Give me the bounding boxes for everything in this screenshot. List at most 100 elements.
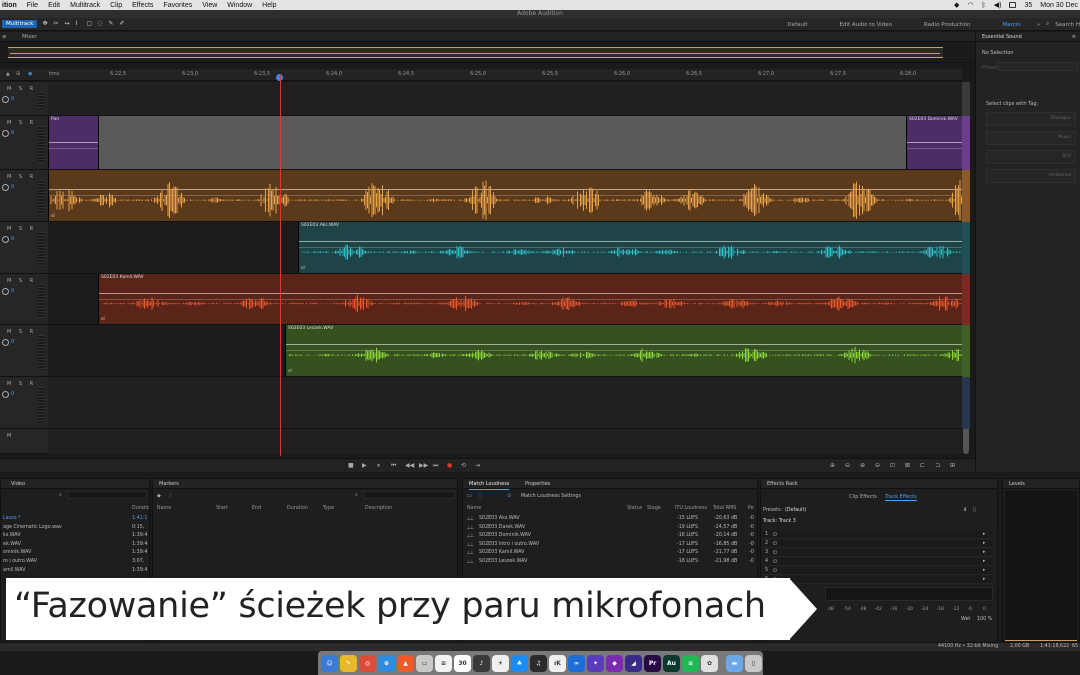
tag-music-button[interactable]: Music bbox=[986, 131, 1076, 145]
volume-knob-icon[interactable] bbox=[2, 184, 9, 191]
music-icon[interactable]: ♪ bbox=[473, 654, 490, 672]
file-name[interactable]: Laszo * bbox=[3, 516, 21, 521]
zoom-in-amplitude-icon[interactable]: ⊕ bbox=[830, 462, 835, 469]
volume-value[interactable]: 0 bbox=[11, 391, 14, 397]
skip-button[interactable]: ⇥ bbox=[475, 462, 480, 469]
marker-delete-icon[interactable]: ▯ bbox=[169, 493, 172, 499]
track-lane[interactable]: S02E03 Kamil.WAV ıd bbox=[48, 274, 962, 325]
ruler-loop-icon[interactable]: ◉ bbox=[28, 71, 32, 77]
stop-button[interactable]: ■ bbox=[348, 462, 354, 469]
volume-value[interactable]: 0 bbox=[11, 236, 14, 242]
brave-icon[interactable]: ▲ bbox=[397, 654, 414, 672]
move-tool-icon[interactable]: ✥ bbox=[42, 21, 48, 27]
tab-video[interactable]: Video bbox=[11, 479, 25, 489]
time-selection-icon[interactable]: I bbox=[75, 21, 81, 27]
effect-power-icon[interactable]: ⏻ bbox=[773, 550, 777, 556]
effect-slot[interactable]: 2 ⏻ ▸ bbox=[763, 540, 993, 548]
tag-dialogue-button[interactable]: Dialogue bbox=[986, 112, 1076, 126]
search-help-field[interactable]: Search H bbox=[1055, 22, 1080, 28]
textedit-icon[interactable]: ≡ bbox=[435, 654, 452, 672]
volume-knob-icon[interactable] bbox=[2, 130, 9, 137]
files-search-icon[interactable]: ⌕ bbox=[59, 492, 62, 498]
effect-slot[interactable]: 3 ⏻ ▸ bbox=[763, 549, 993, 557]
effect-slot-arrow-icon[interactable]: ▸ bbox=[983, 550, 985, 555]
wet-value[interactable]: 100 % bbox=[977, 617, 992, 622]
mute-solo-buttons[interactable]: M S R bbox=[7, 120, 36, 126]
audio-clip[interactable]: S02E03 Dominik.WAV bbox=[906, 116, 962, 169]
menu-file[interactable]: File bbox=[27, 2, 38, 9]
overview-range[interactable] bbox=[8, 47, 943, 58]
trash-icon[interactable]: ▯ bbox=[745, 654, 762, 672]
logic-icon[interactable]: ♫ bbox=[530, 654, 547, 672]
bluetooth-icon[interactable]: ᛒ bbox=[982, 2, 986, 9]
master-mute[interactable]: M bbox=[7, 433, 14, 439]
clip-pan-line[interactable] bbox=[49, 147, 98, 149]
keynote-icon[interactable]: ☀ bbox=[492, 654, 509, 672]
menubar-clock[interactable]: Mon 30 Dec bbox=[1040, 2, 1078, 9]
effect-slot-arrow-icon[interactable]: ▸ bbox=[983, 577, 985, 582]
multitrack-button[interactable]: Multitrack bbox=[2, 20, 38, 28]
loudness-settings-icon[interactable]: ⊙ bbox=[507, 493, 511, 499]
editor-menu-icon[interactable]: ≡ bbox=[2, 32, 7, 42]
track-lane[interactable] bbox=[48, 377, 962, 429]
razor-tool-icon[interactable]: ✂ bbox=[53, 21, 59, 27]
finder-icon[interactable]: ☺ bbox=[321, 654, 338, 672]
match-loudness-settings-button[interactable]: Match Loudness Settings bbox=[521, 494, 581, 499]
menu-favorites[interactable]: Favorites bbox=[163, 2, 192, 9]
battery-icon[interactable] bbox=[1009, 2, 1017, 8]
track-lane[interactable] bbox=[48, 82, 962, 116]
pause-button[interactable]: ⏸ bbox=[377, 462, 380, 470]
effect-power-icon[interactable]: ⏻ bbox=[773, 541, 777, 547]
clip-fx-icon[interactable]: ıd bbox=[301, 265, 305, 270]
volume-value[interactable]: 0 bbox=[11, 184, 14, 190]
file-name[interactable]: amil.WAV bbox=[3, 568, 26, 573]
clip-fx-icon[interactable]: ıd bbox=[51, 213, 55, 218]
loudness-file-name[interactable]: S02E03 Darek.WAV bbox=[479, 525, 525, 530]
finalcut-icon[interactable]: ✦ bbox=[587, 654, 604, 672]
volume-value[interactable]: 0 bbox=[11, 339, 14, 345]
effect-slot[interactable]: 5 ⏻ ▸ bbox=[763, 567, 993, 575]
playhead-line[interactable] bbox=[280, 75, 281, 456]
affinity-photo-icon[interactable]: ◢ bbox=[625, 654, 642, 672]
menu-effects[interactable]: Effects bbox=[132, 2, 153, 9]
record-button[interactable]: ● bbox=[447, 462, 452, 469]
track-lane[interactable]: ıd bbox=[48, 170, 962, 222]
essential-sound-menu-icon[interactable]: ≡ bbox=[1072, 34, 1076, 40]
loudness-folder-icon[interactable]: ▭ bbox=[467, 493, 472, 499]
volume-knob-icon[interactable] bbox=[2, 288, 9, 295]
markers-search-icon[interactable]: ⌕ bbox=[355, 492, 358, 498]
tag-sfx-button[interactable]: SFX bbox=[986, 150, 1076, 164]
tab-match-loudness[interactable]: Match Loudness bbox=[469, 479, 510, 490]
brush-icon[interactable]: ✎ bbox=[108, 21, 114, 27]
safari-icon[interactable]: ⊕ bbox=[378, 654, 395, 672]
mute-solo-buttons[interactable]: M S R bbox=[7, 381, 36, 387]
audio-clip[interactable]: S02E03 Leszek.WAV ıd bbox=[285, 325, 962, 376]
volume-knob-icon[interactable] bbox=[2, 391, 9, 398]
mute-solo-buttons[interactable]: M S R bbox=[7, 86, 36, 92]
mute-solo-buttons[interactable]: M S R bbox=[7, 226, 36, 232]
effect-slot[interactable]: 4 ⏻ ▸ bbox=[763, 558, 993, 566]
audio-clip[interactable]: ıd bbox=[48, 170, 962, 221]
lasso-icon[interactable]: ◌ bbox=[97, 21, 103, 27]
audition-icon[interactable]: Au bbox=[663, 654, 680, 672]
session-overview[interactable] bbox=[0, 43, 975, 63]
calendar-icon[interactable]: 30 bbox=[454, 654, 471, 672]
track-lane[interactable]: S02E03 Leszek.WAV ıd bbox=[48, 325, 962, 377]
volume-knob-icon[interactable] bbox=[2, 236, 9, 243]
effect-slot-arrow-icon[interactable]: ▸ bbox=[983, 541, 985, 546]
files-search-input[interactable] bbox=[67, 491, 147, 499]
effect-power-icon[interactable]: ⏻ bbox=[773, 568, 777, 574]
volume-value[interactable]: 0 bbox=[11, 130, 14, 136]
dropbox-icon[interactable]: ◆ bbox=[954, 1, 959, 9]
tag-ambience-button[interactable]: Ambience bbox=[986, 169, 1076, 183]
file-name[interactable]: ominik.WAV bbox=[3, 550, 31, 555]
mute-solo-buttons[interactable]: M S R bbox=[7, 174, 36, 180]
mute-solo-buttons[interactable]: M S R bbox=[7, 278, 36, 284]
zoom-right-icon[interactable]: ⊐ bbox=[935, 462, 940, 469]
file-name[interactable]: ro i outro.WAV bbox=[3, 559, 37, 564]
link-icon[interactable]: ∞ bbox=[568, 654, 585, 672]
track-lane[interactable]: Pan S02E03 Dominik.WAV bbox=[48, 116, 962, 170]
go-start-button[interactable]: ⏮ bbox=[391, 462, 396, 470]
zoom-out-time-icon[interactable]: ⊖ bbox=[875, 462, 880, 469]
affinity-icon[interactable]: ◆ bbox=[606, 654, 623, 672]
